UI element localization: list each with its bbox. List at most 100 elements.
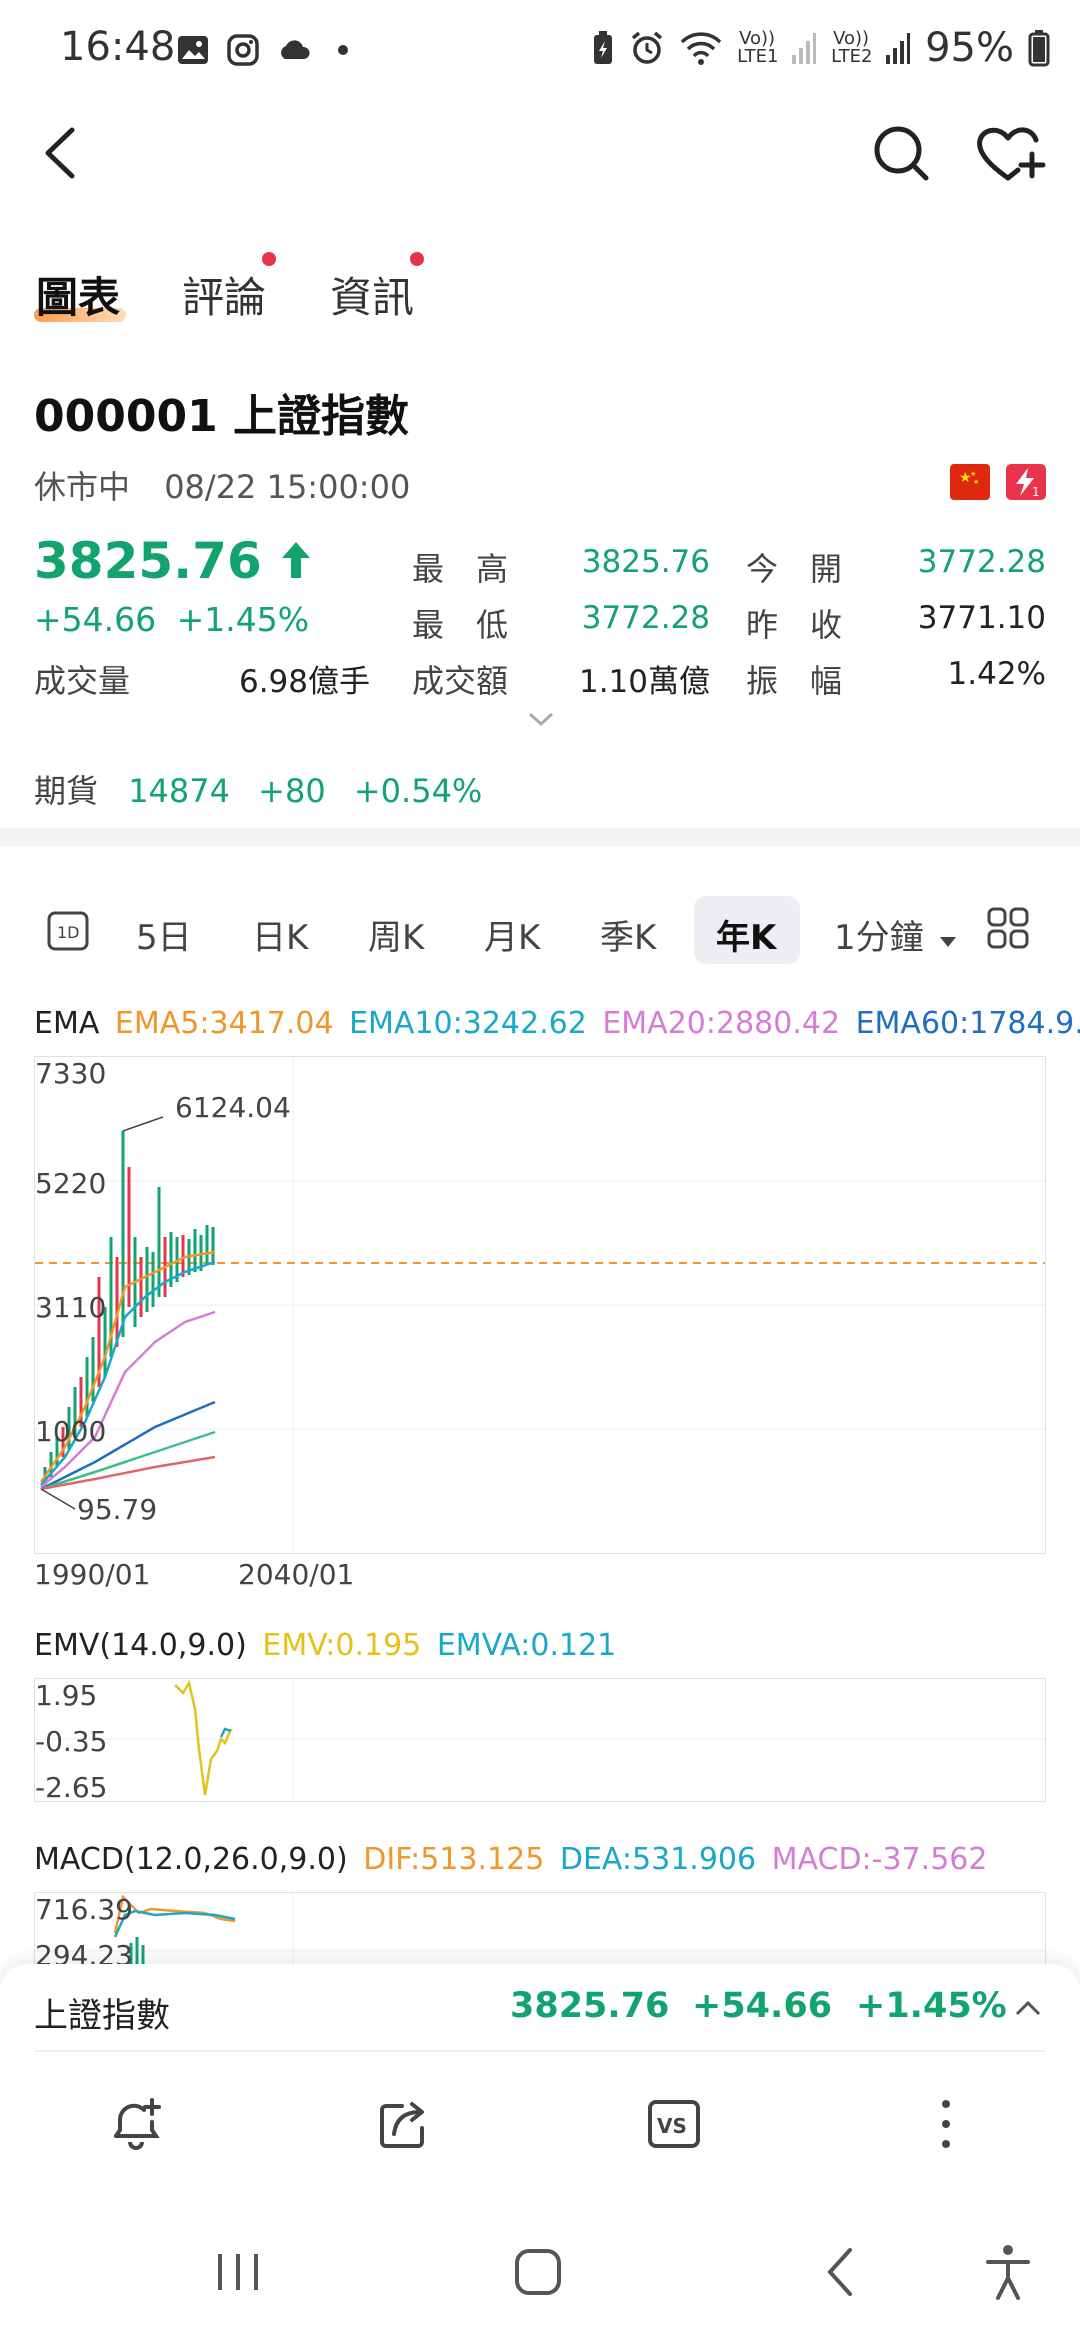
nav-home-button[interactable] [506,2240,570,2308]
ema-legend[interactable]: EMA EMA5:3417.04 EMA10:3242.62 EMA20:288… [34,1006,1080,1041]
share-icon [380,2102,424,2148]
timeframe-weekly[interactable]: 周K [368,910,424,959]
volte1-label: Vo)) LTE1 [737,28,779,67]
timeframe-daily[interactable]: 日K [252,910,308,959]
status-bar: 16:48 Vo)) LTE1 Vo)) LTE2 95% [0,0,1080,96]
tab-chart[interactable]: 圖表 [36,264,120,325]
grid-icon [987,907,1029,949]
futures-row[interactable]: 期貨 14874 +80 +0.54% [34,766,482,812]
share-button[interactable] [372,2092,436,2156]
arrow-up-icon [282,542,311,578]
amplitude-label: 振 幅 [746,662,843,700]
emv-chart-svg [35,1679,1045,1801]
signal1-icon [792,33,817,64]
chevron-up-icon [1015,2000,1041,2016]
grid-layout-button[interactable] [986,906,1030,950]
macd-legend[interactable]: MACD(12.0,26.0,9.0) DIF:513.125 DEA:531.… [34,1842,987,1877]
timeframe-minute-dropdown[interactable]: 1分鐘 [834,910,958,959]
status-right-icons: Vo)) LTE1 Vo)) LTE2 95% [591,24,1050,72]
battery-saver-icon [594,31,613,64]
volte2-label: Vo)) LTE2 [831,28,873,67]
svg-text:★: ★ [970,470,976,478]
compare-button[interactable]: VS [642,2092,706,2156]
timeframe-5day[interactable]: 5日 [136,910,192,959]
svg-text:1D: 1D [57,923,80,942]
macd-chart[interactable]: 716.39 294.23 [34,1892,1046,1965]
ema10-value: EMA10:3242.62 [349,1006,587,1041]
kline-chart-svg [35,1057,1045,1553]
min-price-label: 95.79 [77,1493,158,1526]
intraday-1d-button[interactable]: 1D [46,910,90,952]
timeframe-quarterly[interactable]: 季K [600,910,656,959]
cloud-icon [281,40,310,59]
emv-y-top: 1.95 [35,1679,98,1712]
svg-text:★: ★ [973,478,979,486]
nav-recents-button[interactable] [206,2240,270,2308]
change-percent: +1.45% [176,600,310,639]
add-alert-button[interactable] [104,2092,168,2156]
accessibility-button[interactable] [976,2240,1040,2308]
add-watchlist-button[interactable] [972,118,1052,188]
ema5-value: EMA5:3417.04 [114,1006,334,1041]
tab-comments[interactable]: 評論 [182,264,266,325]
recents-icon [218,2254,258,2290]
china-flag-icon: ★ ★ ★ [950,462,990,502]
accessibility-icon [986,2245,1030,2300]
max-price-label: 6124.04 [175,1091,291,1124]
high-label: 最 高 [412,550,509,588]
tab-news[interactable]: 資訊 [330,264,414,325]
svg-text:VS: VS [657,2114,687,2138]
dea-value: DEA:531.906 [559,1842,757,1877]
timeframe-monthly[interactable]: 月K [484,910,540,959]
macd-value: MACD:-37.562 [771,1842,988,1877]
chevron-left-icon [45,127,75,179]
battery-icon [1028,30,1050,67]
battery-percent: 95% [925,25,1014,71]
market-status-line: 休市中 08/22 15:00:00 [34,462,410,508]
timeframe-yearly[interactable]: 年K [716,910,776,959]
svg-text:1: 1 [1032,485,1040,499]
kline-chart[interactable]: 7330 5220 3110 1000 6124.04 95.79 [34,1056,1046,1554]
vs-icon: VS [648,2100,700,2148]
volume-label: 成交量 [34,662,131,700]
amplitude-value: 1.42% [947,656,1046,692]
futures-label: 期貨 [34,772,99,810]
prev-close-label: 昨 收 [746,606,843,644]
1d-icon: 1D [47,911,89,951]
price-change: +54.66 +1.45% [34,600,309,639]
y-label-4: 1000 [35,1415,107,1448]
emv-y-mid: -0.35 [35,1725,108,1758]
nav-back-icon [827,2248,852,2296]
bell-plus-icon [114,2098,161,2150]
quote-datetime: 08/22 15:00:00 [164,468,411,506]
y-label-3: 3110 [35,1291,107,1324]
stock-title: 000001 上證指數 [34,391,410,442]
low-value: 3772.28 [581,600,710,636]
ema60-value: EMA60:1784.9… [855,1006,1080,1041]
nav-back-button[interactable] [810,2240,874,2308]
chevron-down-icon [528,712,554,727]
back-button[interactable] [30,118,100,188]
search-button[interactable] [866,118,936,188]
emv-chart[interactable]: 1.95 -0.35 -2.65 [34,1678,1046,1804]
market-status: 休市中 [34,468,131,506]
status-time: 16:48 [60,24,176,70]
high-value: 3825.76 [581,544,710,580]
futures-value: 14874 [128,772,230,810]
section-divider [0,828,1080,846]
expand-details-button[interactable] [526,708,556,732]
instagram-icon [227,34,259,66]
emv-legend[interactable]: EMV(14.0,9.0) EMV:0.195 EMVA:0.121 [34,1628,616,1663]
more-button[interactable] [914,2092,978,2156]
macd-title: MACD(12.0,26.0,9.0) [34,1842,348,1877]
open-value: 3772.28 [917,544,1046,580]
dea-line [113,1909,236,1938]
tab-comments-badge [262,252,276,266]
price-value: 3825.76 [34,532,262,590]
sheet-divider [34,2050,1046,2052]
sheet-collapse-button[interactable] [1012,1996,1044,2020]
emva-value: EMVA:0.121 [436,1628,617,1663]
emv-value: EMV:0.195 [262,1628,422,1663]
futures-change-percent: +0.54% [353,772,483,810]
sheet-price: 3825.76 [510,1986,670,2026]
